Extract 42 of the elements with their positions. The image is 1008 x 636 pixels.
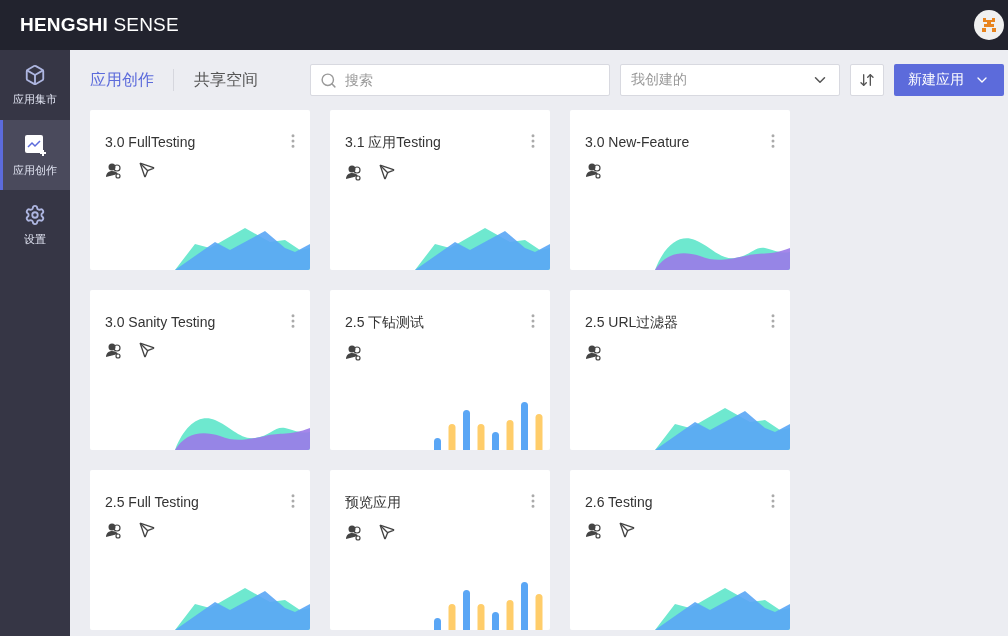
users-icon: [345, 164, 363, 182]
app-title: 3.0 FullTesting: [105, 134, 196, 150]
app-card[interactable]: 2.6 Testing: [570, 470, 790, 630]
tab[interactable]: 共享空间: [194, 69, 277, 91]
brand-logo: HENGSHI SENSE: [20, 14, 179, 36]
users-icon: [585, 522, 603, 540]
users-icon: [585, 344, 603, 362]
users-icon: [345, 524, 363, 542]
users-icon: [105, 162, 123, 180]
users-icon: [105, 342, 123, 360]
app-card[interactable]: 3.0 FullTesting: [90, 110, 310, 270]
app-card[interactable]: 预览应用: [330, 470, 550, 630]
app-title: 3.0 Sanity Testing: [105, 314, 216, 330]
app-title: 2.5 URL过滤器: [585, 314, 679, 332]
sidebar-item[interactable]: 应用创作: [0, 120, 70, 190]
search-icon: [320, 72, 337, 89]
users-icon: [105, 522, 123, 540]
app-card[interactable]: 2.5 Full Testing: [90, 470, 310, 630]
search-field[interactable]: 搜索: [310, 64, 610, 96]
users-icon: [585, 162, 603, 180]
sidebar-item[interactable]: 设置: [0, 190, 70, 260]
app-title: 预览应用: [345, 494, 401, 512]
app-card[interactable]: 3.1 应用Testing: [330, 110, 550, 270]
line-chart-icon: [23, 132, 47, 157]
app-card[interactable]: 2.5 URL过滤器: [570, 290, 790, 450]
app-card[interactable]: 3.0 Sanity Testing: [90, 290, 310, 450]
tab[interactable]: 应用创作: [90, 69, 173, 91]
sidebar-item[interactable]: 应用集市: [0, 50, 70, 120]
sort-icon: [859, 72, 875, 88]
settings-icon: [24, 203, 46, 226]
app-title: 2.5 下钻测试: [345, 314, 425, 332]
avatar[interactable]: [974, 10, 1004, 40]
app-title: 3.0 New-Feature: [585, 134, 690, 150]
app-card[interactable]: 2.5 下钻测试: [330, 290, 550, 450]
app-title: 2.5 Full Testing: [105, 494, 199, 510]
users-icon: [345, 344, 363, 362]
cube-icon: [24, 63, 46, 86]
app-title: 3.1 应用Testing: [345, 134, 441, 152]
app-card[interactable]: 3.0 New-Feature: [570, 110, 790, 270]
sort-button[interactable]: [850, 64, 884, 96]
new-app-button[interactable]: 新建应用: [894, 64, 1004, 96]
app-title: 2.6 Testing: [585, 494, 653, 510]
